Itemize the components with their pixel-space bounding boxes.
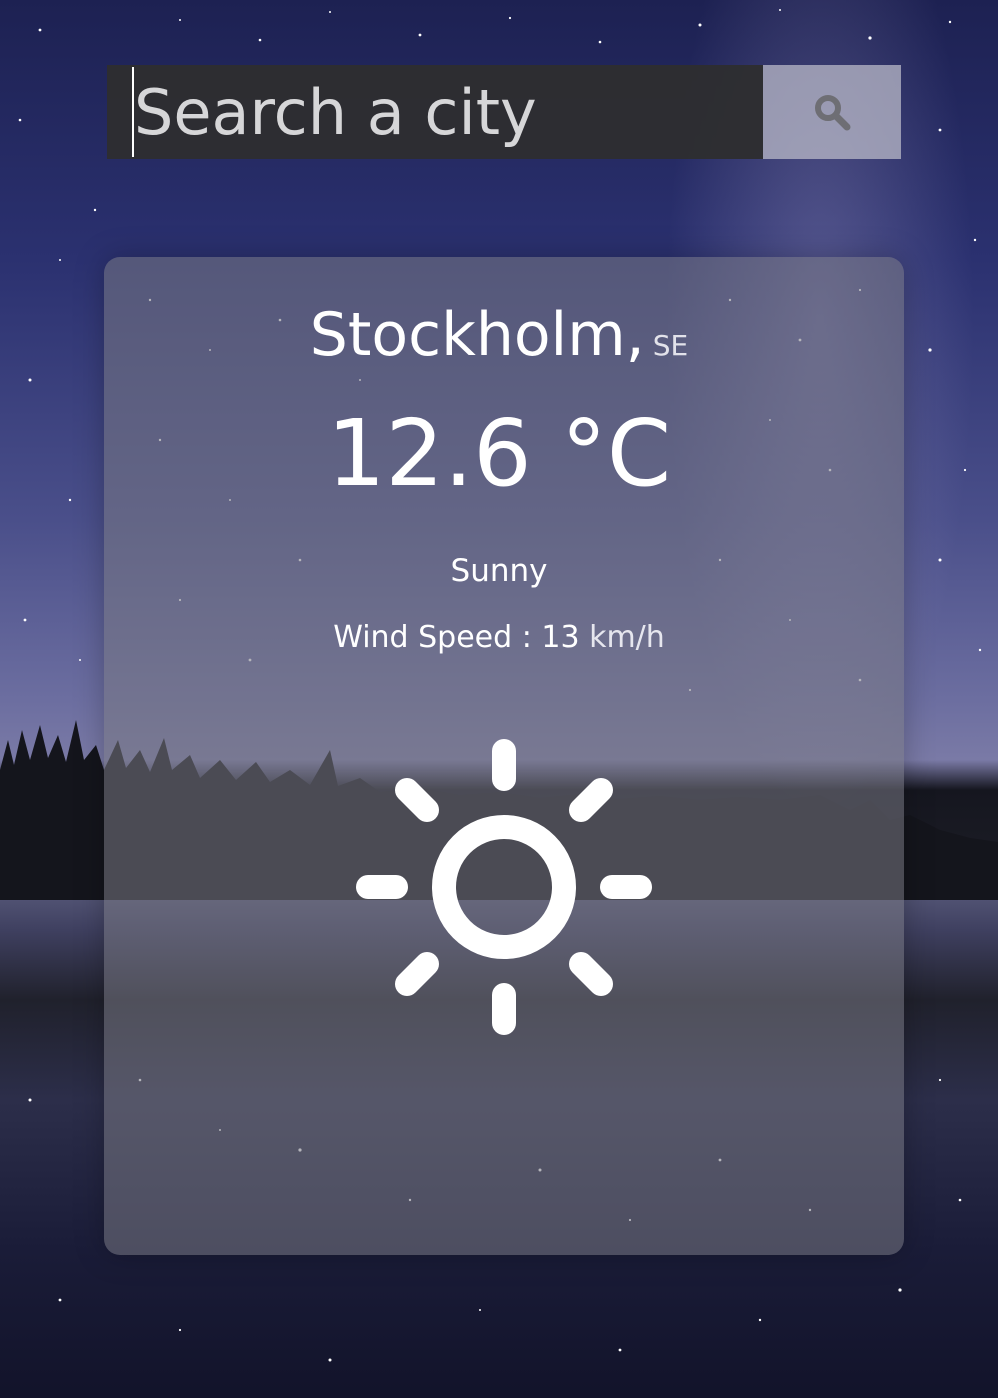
sun-icon [356, 739, 652, 1035]
city-name: Stockholm, [309, 300, 645, 370]
search-input[interactable] [132, 67, 752, 157]
temperature: 12.6 °C [326, 400, 672, 507]
weather-condition: Sunny [450, 553, 548, 589]
search-bar [107, 65, 763, 159]
country-code: SE [652, 329, 689, 362]
wind-speed: Wind Speed : 13 km/h [0, 620, 998, 655]
search-button[interactable] [763, 65, 901, 159]
search-icon [815, 95, 851, 131]
wind-speed-unit: km/h [589, 620, 665, 655]
wind-speed-value: Wind Speed : 13 [333, 620, 580, 655]
location-heading: Stockholm, SE [0, 300, 998, 370]
